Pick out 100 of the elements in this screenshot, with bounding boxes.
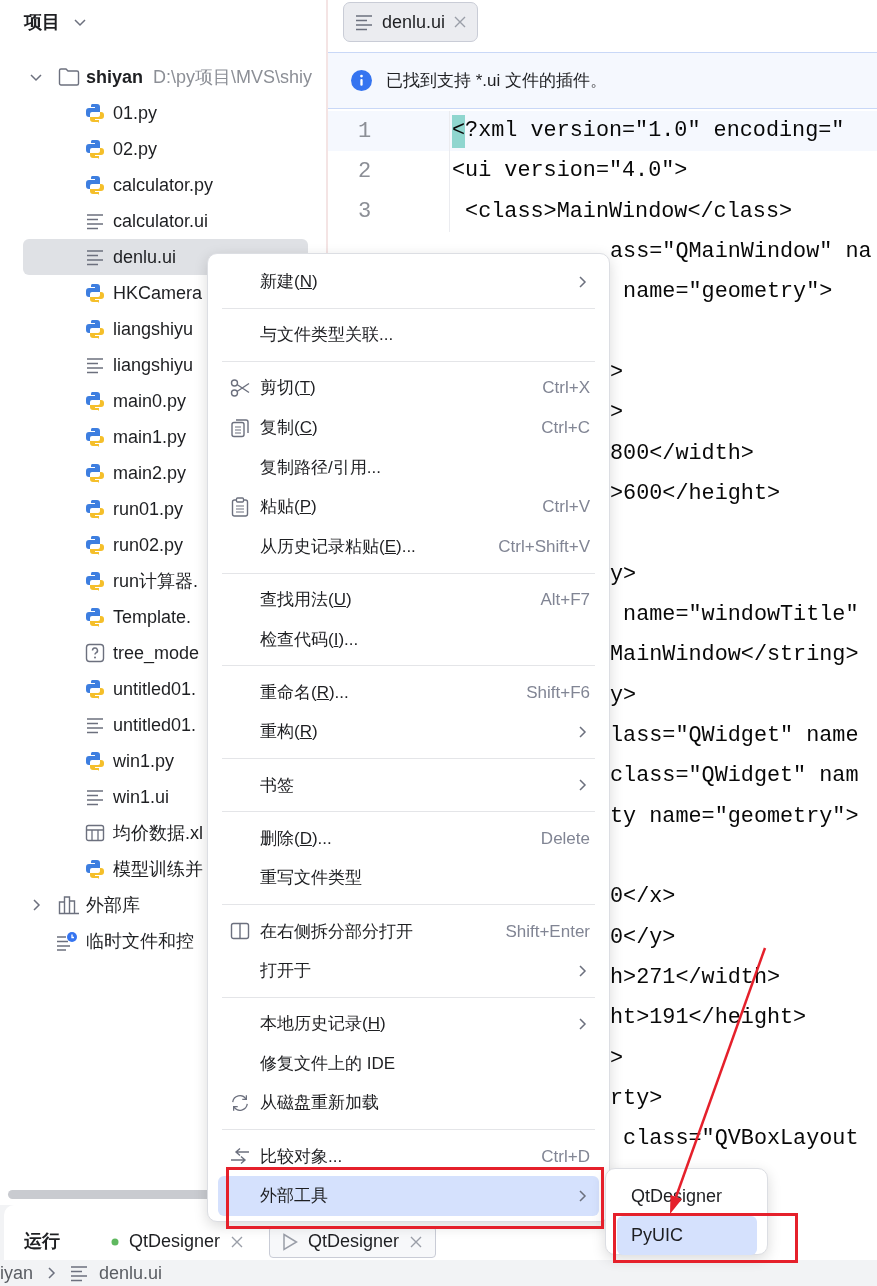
line-number: 2	[358, 158, 372, 186]
code-line: >	[610, 358, 624, 387]
status-dot-icon	[111, 1237, 119, 1246]
shortcut-label: Ctrl+V	[542, 496, 590, 519]
menu-item[interactable]: 从磁盘重新加载	[218, 1083, 599, 1124]
text-file-icon	[354, 12, 374, 32]
unknown-file-icon	[85, 643, 105, 663]
python-file-icon	[85, 535, 105, 555]
code-line: name="geometry">	[622, 278, 833, 307]
folder-icon	[58, 67, 80, 87]
split-view-icon	[230, 921, 250, 942]
text-file-icon	[85, 355, 105, 375]
code-line: 0</y>	[610, 923, 676, 952]
python-file-icon	[85, 391, 105, 411]
table-icon	[85, 823, 105, 843]
tree-item[interactable]: 01.py	[23, 95, 308, 131]
reload-icon	[230, 1093, 250, 1114]
editor-tab[interactable]: denlu.ui	[343, 2, 479, 42]
code-line: >	[610, 1044, 624, 1073]
python-file-icon	[85, 607, 105, 627]
menu-item[interactable]: 重命名(R)... Shift+F6	[218, 672, 599, 713]
shortcut-label: Alt+F7	[540, 589, 590, 611]
info-icon	[351, 70, 372, 91]
tree-item[interactable]: calculator.ui	[23, 203, 308, 239]
code-line: MainWindow</string>	[610, 641, 859, 670]
code-line: 800</width>	[610, 439, 754, 468]
code-line: <ui version="4.0">	[452, 157, 688, 186]
menu-item[interactable]: 检查代码(I)...	[218, 619, 599, 660]
shortcut-label: Shift+Enter	[505, 920, 590, 943]
code-line: lass="QWidget" name	[610, 722, 859, 750]
play-icon	[282, 1232, 299, 1251]
menu-item[interactable]: 外部工具	[218, 1176, 599, 1216]
code-line: ass="QMainWindow" na	[610, 237, 872, 266]
folder-path: D:\py项目\MVS\shiy	[153, 65, 313, 89]
python-file-icon	[85, 571, 105, 591]
line-number: 3	[358, 198, 372, 227]
shortcut-label: Ctrl+X	[542, 377, 590, 400]
close-icon[interactable]	[409, 1234, 424, 1249]
menu-item[interactable]: 修复文件上的 IDE	[218, 1043, 599, 1084]
shortcut-label: Delete	[540, 827, 590, 850]
text-file-icon	[85, 211, 105, 231]
python-file-icon	[85, 283, 105, 303]
text-file-icon	[85, 787, 105, 807]
menu-item[interactable]: PyUIC	[617, 1216, 757, 1255]
menu-item[interactable]: 复制路径/引用...	[218, 447, 599, 488]
close-icon[interactable]	[230, 1234, 245, 1249]
shortcut-label: Ctrl+D	[541, 1145, 590, 1168]
python-file-icon	[85, 175, 105, 195]
menu-item[interactable]: 粘贴(P) Ctrl+V	[218, 487, 599, 527]
menu-item[interactable]: 与文件类型关联...	[218, 315, 599, 355]
python-file-icon	[85, 139, 105, 159]
python-file-icon	[85, 463, 105, 483]
code-line: rty>	[610, 1085, 663, 1114]
compare-icon	[230, 1146, 250, 1167]
code-line: >	[610, 399, 624, 428]
code-line: 0</x>	[610, 883, 676, 912]
python-file-icon	[85, 751, 105, 771]
menu-item[interactable]: 剪切(T) Ctrl+X	[218, 368, 599, 408]
menu-item[interactable]: 重构(R)	[218, 712, 599, 752]
code-line: y>	[610, 560, 637, 589]
notice-text: 已找到支持 *.ui 文件的插件。	[386, 69, 608, 92]
run-tab[interactable]: QtDesigner	[98, 1225, 258, 1258]
code-line: <class>MainWindow</class>	[464, 197, 793, 226]
panel-title: 运行	[24, 1230, 60, 1253]
shortcut-label: Ctrl+C	[541, 417, 590, 439]
text-file-icon	[85, 247, 105, 267]
menu-item[interactable]: 打开于	[218, 951, 599, 991]
line-number: 1	[358, 117, 372, 146]
python-file-icon	[85, 679, 105, 699]
scissors-icon	[230, 378, 250, 399]
code-line: class="QWidget" nam	[610, 762, 859, 791]
python-file-icon	[85, 499, 105, 519]
clipboard-icon	[230, 496, 250, 517]
breadcrumb-item[interactable]: iyan	[0, 1259, 34, 1286]
menu-item[interactable]: 书签	[218, 765, 599, 806]
breadcrumb-item[interactable]: denlu.ui	[99, 1259, 163, 1286]
library-icon	[58, 895, 80, 915]
tree-item[interactable]: 02.py	[23, 131, 308, 167]
menu-item[interactable]: 删除(D)... Delete	[218, 818, 599, 859]
menu-item[interactable]: 比较对象... Ctrl+D	[218, 1136, 599, 1177]
python-file-icon	[85, 319, 105, 339]
python-file-icon	[85, 103, 105, 123]
menu-item[interactable]: 查找用法(U) Alt+F7	[218, 579, 599, 620]
menu-item[interactable]: 复制(C) Ctrl+C	[218, 407, 599, 448]
code-line: name="windowTitle"	[622, 600, 859, 629]
menu-item[interactable]: 从历史记录粘贴(E)... Ctrl+Shift+V	[218, 526, 599, 567]
scratch-file-icon	[56, 931, 78, 951]
tree-item[interactable]: calculator.py	[23, 167, 308, 203]
panel-title: 项目	[24, 10, 60, 34]
text-file-icon	[69, 1263, 90, 1283]
python-file-icon	[85, 859, 105, 879]
menu-item[interactable]: 本地历史记录(H)	[218, 1004, 599, 1044]
code-line: ty name="geometry">	[610, 802, 859, 831]
copy-icon	[230, 417, 250, 438]
python-file-icon	[85, 427, 105, 447]
shortcut-label: Ctrl+Shift+V	[498, 535, 590, 558]
text-file-icon	[85, 715, 105, 735]
code-line: >600</height>	[610, 479, 781, 508]
code-line: y>	[610, 681, 637, 710]
shortcut-label: Shift+F6	[526, 681, 590, 704]
